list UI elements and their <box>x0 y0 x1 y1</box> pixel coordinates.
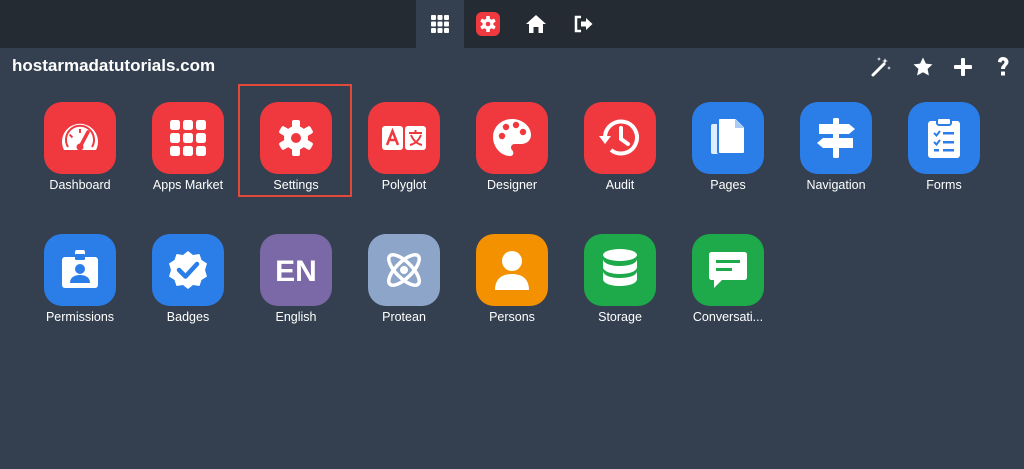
person-icon <box>495 251 529 290</box>
app-tile <box>584 234 656 306</box>
app-persons[interactable]: Persons <box>458 234 566 334</box>
app-protean[interactable]: Protean <box>350 234 458 334</box>
app-navigation[interactable]: Navigation <box>782 102 890 202</box>
app-pages[interactable]: Pages <box>674 102 782 202</box>
app-label: Conversati... <box>692 310 764 324</box>
apps-grid-icon <box>170 120 206 156</box>
app-label: Navigation <box>806 178 866 192</box>
app-badges[interactable]: Badges <box>134 234 242 334</box>
id-badge-icon <box>62 250 98 288</box>
plus-icon <box>954 58 972 76</box>
settings-nav-button[interactable] <box>464 0 512 48</box>
history-icon <box>599 119 639 156</box>
app-label: Audit <box>605 178 635 192</box>
app-tile <box>152 234 224 306</box>
app-label: Designer <box>486 178 538 192</box>
gauge-icon <box>62 123 98 151</box>
favorites-button[interactable] <box>910 54 936 80</box>
clipboard-icon <box>928 117 960 158</box>
help-button[interactable] <box>990 54 1016 80</box>
app-permissions[interactable]: Permissions <box>26 234 134 334</box>
app-label: Pages <box>710 178 746 192</box>
logout-icon <box>574 15 593 33</box>
pages-icon <box>711 117 746 155</box>
app-tile <box>476 234 548 306</box>
chat-icon <box>709 252 747 288</box>
translate-icon <box>382 126 426 150</box>
app-english[interactable]: EN English <box>242 234 350 334</box>
app-label: Dashboard <box>49 178 111 192</box>
star-icon <box>913 57 933 76</box>
language-en-icon: EN <box>275 255 317 288</box>
app-tile <box>476 102 548 174</box>
app-label: Persons <box>489 310 535 324</box>
gear-icon <box>476 12 500 36</box>
site-title: hostarmadatutorials.com <box>12 56 216 75</box>
app-label: Forms <box>926 178 962 192</box>
app-tile <box>800 102 872 174</box>
top-nav-bar <box>0 0 1024 48</box>
database-icon <box>603 249 637 286</box>
app-polyglot[interactable]: Polyglot <box>350 102 458 202</box>
atom-icon <box>387 253 421 287</box>
app-label: Apps Market <box>152 178 224 192</box>
app-tile <box>584 102 656 174</box>
magic-wand-icon <box>871 57 891 77</box>
app-label: Storage <box>598 310 642 324</box>
app-audit[interactable]: Audit <box>566 102 674 202</box>
app-tile: EN <box>260 234 332 306</box>
app-apps-market[interactable]: Apps Market <box>134 102 242 202</box>
magic-wand-button[interactable] <box>868 54 894 80</box>
app-tile <box>44 102 116 174</box>
home-nav-button[interactable] <box>512 0 560 48</box>
app-storage[interactable]: Storage <box>566 234 674 334</box>
add-button[interactable] <box>950 54 976 80</box>
logout-nav-button[interactable] <box>560 0 608 48</box>
app-label: English <box>275 310 317 324</box>
selection-highlight <box>238 84 352 197</box>
app-dashboard[interactable]: Dashboard <box>26 102 134 202</box>
app-forms[interactable]: Forms <box>890 102 998 202</box>
app-tile <box>908 102 980 174</box>
app-tile <box>368 234 440 306</box>
app-tile <box>44 234 116 306</box>
svg-text:EN: EN <box>275 255 317 288</box>
app-label: Polyglot <box>381 178 427 192</box>
help-icon <box>998 57 1009 76</box>
app-label: Badges <box>166 310 210 324</box>
app-label: Permissions <box>45 310 115 324</box>
app-designer[interactable]: Designer <box>458 102 566 202</box>
app-tile <box>152 102 224 174</box>
apps-nav-button[interactable] <box>416 0 464 48</box>
home-icon <box>526 15 546 33</box>
app-label: Protean <box>382 310 426 324</box>
palette-icon <box>493 119 531 156</box>
verified-badge-icon <box>169 251 207 289</box>
app-tile <box>368 102 440 174</box>
app-tile <box>692 234 764 306</box>
signpost-icon <box>817 118 855 158</box>
app-tile <box>692 102 764 174</box>
app-conversations[interactable]: Conversati... <box>674 234 782 334</box>
apps-grid-icon <box>431 15 449 33</box>
